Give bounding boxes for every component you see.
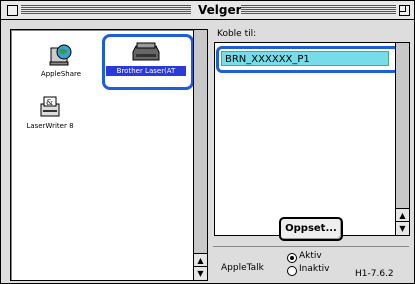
titlebar-stripes-right [241,5,396,15]
printer-list[interactable]: BRN_XXXXXX_P1 ▲ ▼ [214,42,410,236]
window-title: Velger [194,3,246,17]
appletalk-active-radio[interactable] [287,253,297,263]
device-list[interactable]: AppleShare Brother Laser(AT & LaserWrite… [10,29,208,281]
printer-icon [132,42,160,61]
divider [213,246,409,247]
connect-label: Koble til: [217,29,257,39]
scroll-up-arrow[interactable]: ▲ [194,253,207,267]
scroll-down-arrow[interactable]: ▼ [194,266,207,280]
appletalk-inactive-label: Inaktiv [299,264,330,274]
device-item-brother[interactable]: Brother Laser(AT [106,40,186,76]
device-item-laserwriter[interactable]: & LaserWriter 8 [19,94,81,130]
svg-text:&: & [46,98,53,107]
scroll-up-arrow[interactable]: ▲ [396,208,409,222]
printer-row-selected[interactable]: BRN_XXXXXX_P1 [221,51,389,66]
close-box[interactable] [7,5,18,16]
device-label: AppleShare [40,70,82,78]
appletalk-inactive-radio[interactable] [287,266,297,276]
appletalk-label: AppleTalk [221,263,264,273]
appletalk-active-label: Aktiv [299,251,322,261]
device-label: Brother Laser(AT [106,66,186,76]
appleshare-globe-icon [49,44,72,66]
version-label: H1-7.6.2 [355,269,394,279]
right-scrollbar[interactable]: ▲ ▼ [395,43,409,235]
setup-button[interactable]: Oppset... [279,217,343,241]
device-item-appleshare[interactable]: AppleShare [31,42,91,78]
scroll-down-arrow[interactable]: ▼ [396,221,409,235]
zoom-box[interactable] [399,5,410,16]
right-panel: Koble til: BRN_XXXXXX_P1 ▲ ▼ Oppset... A… [213,29,411,281]
title-bar[interactable]: Velger [1,1,414,20]
chooser-window: Velger AppleShare Brother Laser(AT & Las… [0,0,415,284]
laserwriter-icon: & [40,96,60,117]
left-scrollbar[interactable]: ▲ ▼ [193,30,207,280]
titlebar-stripes-left [21,5,191,15]
device-label: LaserWriter 8 [26,122,74,130]
